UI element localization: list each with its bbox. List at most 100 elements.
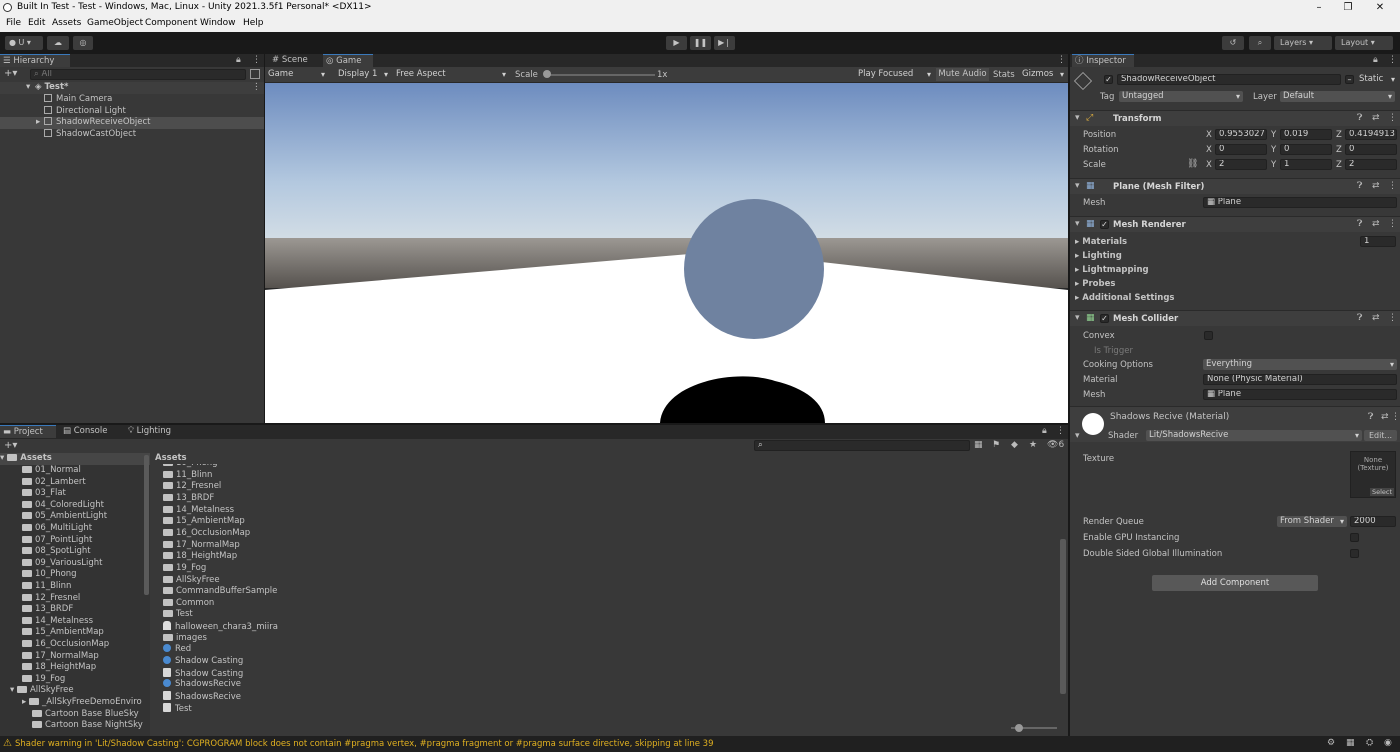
- tab-project[interactable]: ▬ Project: [0, 425, 56, 438]
- shader-dropdown[interactable]: Lit/ShadowsRecive: [1146, 430, 1362, 441]
- static-checkbox[interactable]: –: [1345, 75, 1354, 84]
- tab-lighting[interactable]: 💡︎ Lighting: [125, 425, 185, 438]
- lighting-foldout[interactable]: ▸ Lighting: [1075, 251, 1122, 261]
- account-button[interactable]: ● U ▾: [5, 36, 43, 50]
- tree-folder-item[interactable]: 07_PointLight: [22, 535, 92, 547]
- pause-button[interactable]: ❚❚: [690, 36, 711, 50]
- materials-count-input[interactable]: 1: [1360, 236, 1396, 247]
- asset-item[interactable]: 15_AmbientMap: [163, 516, 245, 528]
- tree-folder-item[interactable]: 10_Phong: [22, 569, 77, 581]
- asset-item[interactable]: halloween_chara3_miira: [163, 621, 278, 633]
- preset-icon[interactable]: ⇄: [1372, 219, 1380, 229]
- mesh-field[interactable]: ▦ Plane: [1203, 197, 1397, 208]
- position-x-input[interactable]: 0.9553027: [1215, 129, 1267, 140]
- hierarchy-item-selected[interactable]: ▸ ShadowReceiveObject: [0, 117, 264, 129]
- render-queue-input[interactable]: 2000: [1350, 516, 1396, 527]
- layer-dropdown[interactable]: Default: [1280, 91, 1395, 102]
- foldout-icon[interactable]: ▾: [1075, 219, 1080, 229]
- filter-by-type-icon[interactable]: ▦: [974, 440, 983, 450]
- menu-edit[interactable]: Edit: [28, 18, 45, 28]
- more-icon[interactable]: ⋮: [1057, 55, 1066, 65]
- debug-icon[interactable]: ⛭: [1366, 738, 1373, 748]
- static-dropdown[interactable]: Static: [1356, 74, 1398, 85]
- more-icon[interactable]: ⋮: [1388, 113, 1397, 123]
- scale-x-input[interactable]: 2: [1215, 159, 1267, 170]
- asset-item[interactable]: Test: [163, 609, 193, 621]
- tree-folder-item[interactable]: 14_Metalness: [22, 616, 93, 628]
- tree-folder-item[interactable]: 15_AmbientMap: [22, 627, 104, 639]
- more-icon[interactable]: ⋮: [1391, 412, 1400, 422]
- tree-folder-item[interactable]: Cartoon Base NightSky: [32, 720, 143, 732]
- cache-icon[interactable]: ▦: [1346, 738, 1355, 748]
- hierarchy-search-input[interactable]: ⌕ All: [30, 69, 246, 80]
- menu-component[interactable]: Component: [145, 18, 197, 28]
- aspect-dropdown[interactable]: Free Aspect: [393, 69, 509, 80]
- tree-scrollbar[interactable]: [144, 455, 149, 595]
- preset-icon[interactable]: ⇄: [1372, 313, 1380, 323]
- transform-header[interactable]: ▾ ⤢ Transform ❓︎ ⇄ ⋮: [1070, 110, 1400, 126]
- link-icon[interactable]: ⛓: [1187, 159, 1198, 169]
- step-button[interactable]: ▶❘: [714, 36, 735, 50]
- tree-folder-item[interactable]: 04_ColoredLight: [22, 500, 104, 512]
- scene-row[interactable]: ▾ ◈ Test* ⋮: [0, 82, 264, 94]
- tab-scene[interactable]: # Scene: [269, 54, 319, 67]
- material-header[interactable]: Shadows Recive (Material) Shader Lit/Sha…: [1070, 406, 1400, 442]
- mesh-collider-header[interactable]: ▾ ▦ ✓ Mesh Collider ❓︎ ⇄ ⋮: [1070, 310, 1400, 326]
- object-name-input[interactable]: ShadowReceiveObject: [1117, 74, 1341, 85]
- menu-file[interactable]: File: [6, 18, 21, 28]
- hierarchy-item[interactable]: Main Camera: [44, 94, 112, 106]
- more-icon[interactable]: ⋮: [252, 55, 261, 65]
- add-icon[interactable]: +▾: [4, 68, 17, 79]
- mute-audio-button[interactable]: Mute Audio: [936, 68, 989, 81]
- asset-item[interactable]: 11_Blinn: [163, 470, 212, 482]
- scale-slider-handle[interactable]: [543, 70, 551, 78]
- play-button[interactable]: ▶: [666, 36, 687, 50]
- more-icon[interactable]: ⋮: [1056, 426, 1065, 436]
- tree-folder-item[interactable]: 16_OcclusionMap: [22, 639, 109, 651]
- lock-icon[interactable]: 🔒︎: [1042, 426, 1047, 436]
- asset-item[interactable]: 18_HeightMap: [163, 551, 237, 563]
- mesh-renderer-enabled-checkbox[interactable]: ✓: [1100, 220, 1109, 229]
- asset-item[interactable]: 12_Fresnel: [163, 481, 221, 493]
- gizmos-dropdown[interactable]: Gizmos: [1019, 69, 1067, 80]
- rotation-z-input[interactable]: 0: [1345, 144, 1397, 155]
- menu-assets[interactable]: Assets: [52, 18, 81, 28]
- position-y-input[interactable]: 0.019: [1280, 129, 1332, 140]
- favorite-icon[interactable]: ★: [1029, 440, 1037, 450]
- asset-item[interactable]: images: [163, 633, 207, 645]
- asset-item[interactable]: 17_NormalMap: [163, 540, 240, 552]
- tree-folder-item[interactable]: Cartoon Base BlueSky: [32, 709, 139, 721]
- tree-folder-item[interactable]: 02_Lambert: [22, 477, 86, 489]
- mesh-collider-enabled-checkbox[interactable]: ✓: [1100, 314, 1109, 323]
- tree-folder-item[interactable]: 06_MultiLight: [22, 523, 92, 535]
- tab-hierarchy[interactable]: ☰ Hierarchy: [0, 54, 70, 67]
- scene-more-icon[interactable]: ⋮: [252, 82, 261, 94]
- play-focused-dropdown[interactable]: Play Focused: [855, 69, 934, 80]
- rotation-x-input[interactable]: 0: [1215, 144, 1267, 155]
- stats-button[interactable]: Stats: [993, 70, 1015, 80]
- gpu-instancing-checkbox[interactable]: [1350, 533, 1359, 542]
- project-search-input[interactable]: ⌕: [754, 440, 970, 451]
- help-icon[interactable]: ❓︎: [1357, 219, 1362, 229]
- expand-icon[interactable]: ▾: [10, 685, 17, 695]
- hidden-packages-icon[interactable]: 👁︎6: [1047, 440, 1064, 450]
- collider-mesh-field[interactable]: ▦ Plane: [1203, 389, 1397, 400]
- edit-shader-button[interactable]: Edit...: [1364, 430, 1397, 441]
- search-icon[interactable]: ⌕: [1249, 36, 1271, 50]
- preset-icon[interactable]: ⇄: [1372, 181, 1380, 191]
- filter-by-label-icon[interactable]: ⚑: [992, 440, 1000, 450]
- game-mode-dropdown[interactable]: Game: [265, 69, 328, 80]
- position-z-input[interactable]: 0.4194913: [1345, 129, 1397, 140]
- display-dropdown[interactable]: Display 1: [335, 69, 391, 80]
- add-component-button[interactable]: Add Component: [1152, 575, 1318, 591]
- asset-item[interactable]: Test: [163, 702, 192, 715]
- tree-folder-item[interactable]: 17_NormalMap: [22, 651, 99, 663]
- asset-item[interactable]: 16_OcclusionMap: [163, 528, 250, 540]
- tag-icon[interactable]: ◆: [1011, 440, 1018, 450]
- preset-icon[interactable]: ⇄: [1381, 412, 1389, 422]
- tree-folder-item[interactable]: ▸ _AllSkyFreeDemoEnviro: [22, 697, 142, 709]
- scale-z-input[interactable]: 2: [1345, 159, 1397, 170]
- help-icon[interactable]: ❓︎: [1357, 313, 1362, 323]
- hierarchy-item[interactable]: ShadowCastObject: [44, 129, 136, 141]
- scene-filter-icon[interactable]: [250, 69, 260, 79]
